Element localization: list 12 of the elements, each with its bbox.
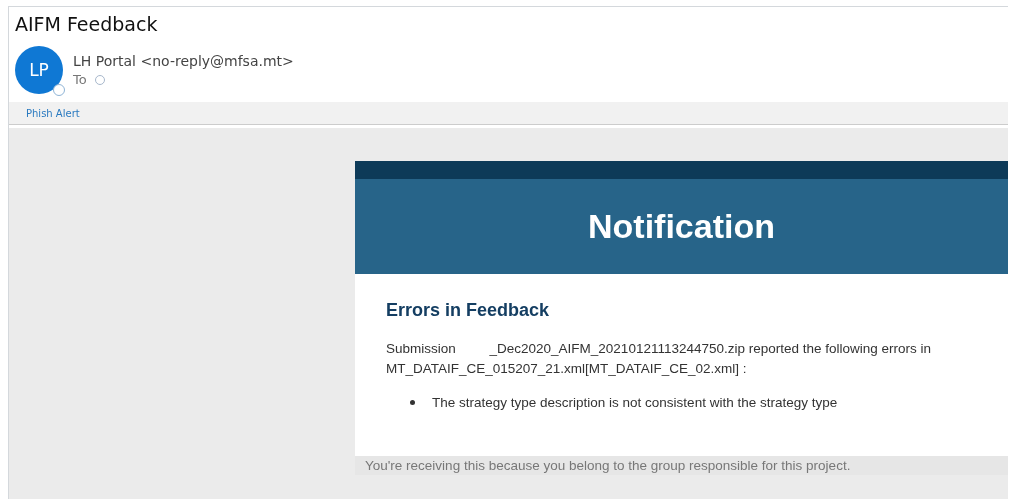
phish-alert-link[interactable]: Phish Alert — [26, 107, 80, 119]
presence-icon — [53, 84, 65, 96]
banner-title: Notification — [588, 207, 775, 246]
footer-note: You're receiving this because you belong to the group responsible for this project. — [355, 456, 1008, 475]
message-paragraph: Submission _Dec2020_AIFM_20210121113244750.zip reported the following errors in MT_DATAIF_CE_015207_21.xml[MT_DATAIF_CE_02.xml] : — [386, 340, 933, 378]
message-heading: Errors in Feedback — [386, 300, 551, 321]
avatar: LP — [15, 46, 63, 94]
error-item: The strategy type description is not consistent with the strategy type — [432, 395, 838, 410]
recipient-label: To — [73, 72, 87, 87]
email-subject: AIFM Feedback — [14, 12, 159, 37]
bullet-icon — [410, 400, 415, 405]
sender-name[interactable]: LH Portal <no-reply@mfsa.mt> — [73, 53, 294, 69]
